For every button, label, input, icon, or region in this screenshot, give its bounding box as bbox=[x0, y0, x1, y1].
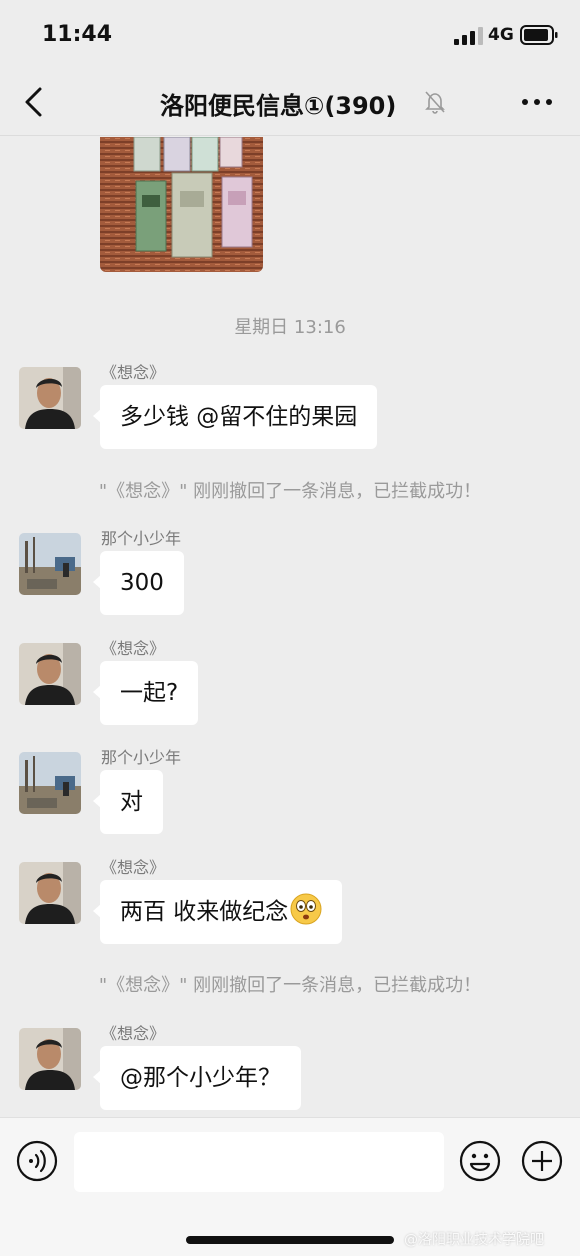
more-options-icon[interactable] bbox=[520, 90, 554, 114]
recall-notice: "《想念》" 刚刚撤回了一条消息，已拦截成功！ bbox=[98, 975, 482, 996]
emoji-icon[interactable] bbox=[459, 1140, 501, 1182]
status-time: 11:44 bbox=[42, 22, 113, 47]
image-message[interactable] bbox=[100, 137, 263, 272]
message-text: 两百 收来做纪念 bbox=[120, 899, 289, 925]
message-bubble[interactable]: @那个小少年？ bbox=[93, 1046, 301, 1110]
avatar[interactable] bbox=[19, 367, 81, 429]
watermark: @洛阳职业技术学院吧 bbox=[404, 1232, 544, 1248]
message-input[interactable] bbox=[74, 1132, 444, 1192]
status-bar: 11:44 4G bbox=[0, 0, 580, 68]
mute-bell-icon bbox=[425, 91, 445, 114]
sender-name: 《想念》 bbox=[101, 1024, 166, 1043]
chat-area[interactable]: 星期日 13:16 《想念》 多少钱 @留不住的果园 "《想念》" 刚刚撤回了一… bbox=[0, 137, 580, 1117]
avatar[interactable] bbox=[19, 752, 81, 814]
nav-bar: 洛阳便民信息①(390) bbox=[0, 68, 580, 136]
avatar[interactable] bbox=[19, 1028, 81, 1090]
network-label: 4G bbox=[488, 25, 514, 45]
time-separator: 星期日 13:16 bbox=[234, 317, 346, 338]
message-bubble[interactable]: 两百 收来做纪念 bbox=[92, 880, 343, 944]
avatar[interactable] bbox=[19, 862, 81, 924]
sender-name: 那个小少年 bbox=[101, 748, 182, 767]
recall-notice: "《想念》" 刚刚撤回了一条消息，已拦截成功！ bbox=[98, 481, 482, 502]
voice-input-icon[interactable] bbox=[16, 1140, 58, 1182]
signal-icon bbox=[454, 27, 483, 45]
input-bar: @洛阳职业技术学院吧 bbox=[0, 1117, 580, 1256]
sender-name: 《想念》 bbox=[101, 363, 166, 382]
avatar[interactable] bbox=[19, 643, 81, 705]
battery-icon bbox=[520, 25, 558, 45]
avatar[interactable] bbox=[19, 533, 81, 595]
message-bubble[interactable]: 300 bbox=[93, 551, 184, 615]
home-indicator bbox=[186, 1236, 394, 1244]
sender-name: 那个小少年 bbox=[101, 529, 182, 548]
plus-icon[interactable] bbox=[521, 1140, 563, 1182]
message-bubble[interactable]: 多少钱 @留不住的果园 bbox=[92, 385, 378, 449]
message-bubble[interactable]: 对 bbox=[93, 770, 163, 834]
back-icon[interactable] bbox=[18, 86, 48, 118]
chat-title: 洛阳便民信息①(390) bbox=[160, 92, 397, 120]
sender-name: 《想念》 bbox=[101, 639, 166, 658]
message-bubble[interactable]: 一起? bbox=[92, 661, 199, 725]
shocked-emoji-icon bbox=[290, 893, 322, 925]
sender-name: 《想念》 bbox=[101, 858, 166, 877]
